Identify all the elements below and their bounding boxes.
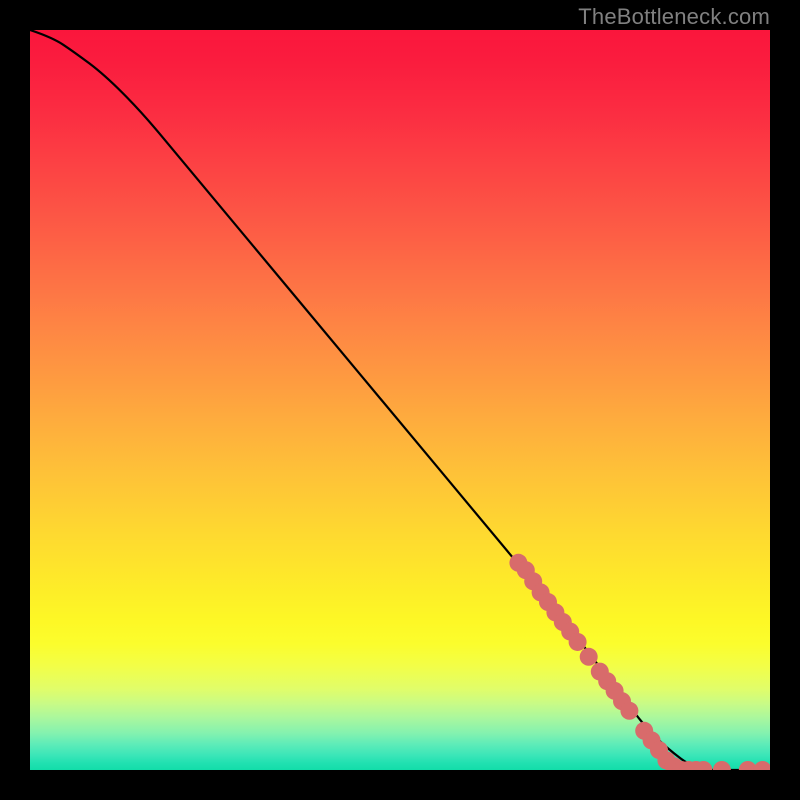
attribution-text: TheBottleneck.com bbox=[578, 4, 770, 30]
marker-dot bbox=[580, 648, 598, 666]
chart-stage: TheBottleneck.com bbox=[0, 0, 800, 800]
gradient-background bbox=[30, 30, 770, 770]
chart-svg bbox=[30, 30, 770, 770]
marker-dot bbox=[620, 702, 638, 720]
marker-dot bbox=[569, 633, 587, 651]
plot-area bbox=[30, 30, 770, 770]
